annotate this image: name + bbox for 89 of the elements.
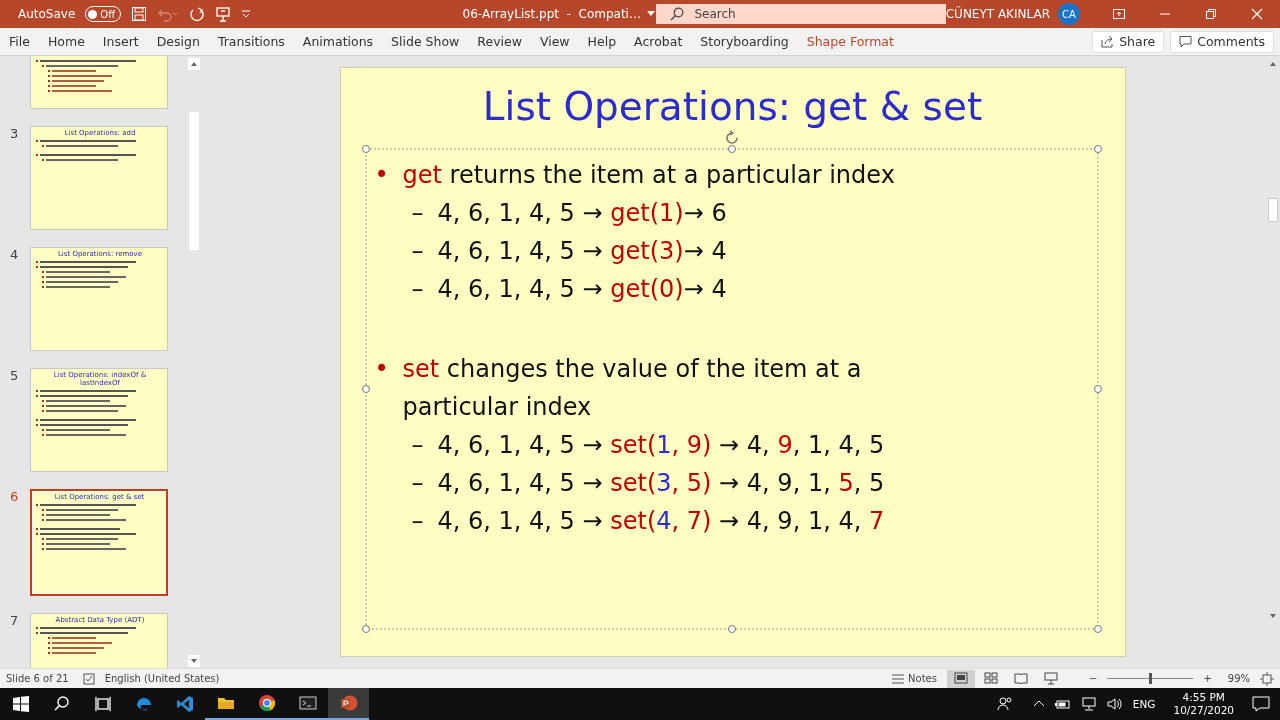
bullet-marker: – [411,274,425,305]
slide-number: 5 [9,368,20,385]
input-language[interactable]: ENG [1132,698,1156,710]
slide-counter: Slide 6 of 21 [6,673,69,684]
slide-text: get returns the item at a particular index [402,160,896,191]
battery-icon[interactable] [1054,698,1071,710]
slide-number: 4 [9,247,20,264]
ribbon-tab[interactable]: Acrobat [625,34,692,49]
user-name: CÜNEYT AKINLAR [945,7,1050,21]
redo-icon[interactable] [189,6,206,22]
network-icon[interactable] [1080,697,1097,711]
ribbon-tab[interactable]: Design [147,34,209,49]
search-icon [670,7,685,21]
zoom-level[interactable]: 99% [1227,673,1250,684]
rotate-handle-icon[interactable] [723,130,740,146]
powerpoint-icon [339,694,358,712]
bullet-marker: – [411,506,425,537]
slide-text: 4, 6, 1, 4, 5 → get(3)→ 4 [437,236,728,267]
ribbon-tab[interactable]: Transitions [208,34,294,49]
close-icon [1251,8,1263,20]
comment-icon [1179,35,1193,48]
customize-caret-icon[interactable] [241,9,252,19]
volume-icon[interactable] [1106,697,1123,711]
ribbon-tab[interactable]: Home [38,34,94,49]
ribbon-tab[interactable]: Animations [293,34,383,49]
scrollbar-thumb[interactable] [189,112,199,250]
slide-sorter-icon[interactable] [984,672,998,685]
fit-slide-icon[interactable] [1260,671,1274,686]
document-title: 06-ArrayList.ppt - Compati… [462,7,641,21]
ribbon-tab[interactable]: Shape Format [797,34,903,49]
slide-text: set changes the value of the item at a particular index [402,354,863,423]
user-avatar[interactable]: CA [1058,3,1080,25]
people-icon[interactable] [996,696,1013,712]
ribbon-tab[interactable]: Slide Show [382,34,469,49]
zoom-slider-thumb[interactable] [1149,673,1153,684]
ribbon-tab[interactable]: Help [578,34,626,49]
search-icon[interactable] [52,695,71,713]
notes-button[interactable]: Notes [892,673,937,684]
slide-number: 3 [9,126,20,143]
bullet-marker: – [411,430,425,461]
search-field[interactable]: Search [656,4,946,24]
reading-view-icon[interactable] [1014,672,1028,685]
bullet-marker: – [411,468,425,499]
bullet-marker: • [374,354,390,385]
notification-icon[interactable] [1252,696,1270,712]
spellcheck-icon[interactable] [82,672,95,685]
presentation-icon[interactable] [215,6,232,22]
chrome-icon [257,694,276,712]
slideshow-icon[interactable] [1044,672,1058,685]
ribbon-tab[interactable]: Storyboarding [691,34,798,49]
restore-icon [1205,8,1217,20]
scrollbar-thumb[interactable] [1267,198,1278,222]
normal-view-icon[interactable] [954,672,968,685]
bullet-marker: – [411,236,425,267]
slide-text: 4, 6, 1, 4, 5 → set(4, 7) → 4, 9, 1, 4, 7 [437,506,886,537]
ribbon-tab[interactable]: Review [468,34,531,49]
terminal-icon [298,694,317,712]
slide-number: 6 [9,489,20,506]
bullet-marker: – [411,198,425,229]
slide-text: 4, 6, 1, 4, 5 → get(1)→ 6 [437,198,728,229]
slide-text: 4, 6, 1, 4, 5 → get(0)→ 4 [437,274,728,305]
caret-icon[interactable] [646,11,655,17]
zoom-in-button[interactable]: + [1203,673,1212,684]
slide-text: 4, 6, 1, 4, 5 → set(3, 5) → 4, 9, 1, 5, 5 [437,468,886,499]
share-icon [1101,35,1115,48]
clock[interactable]: 4:55 PM 10/27/2020 [1173,691,1234,717]
slide-thumbnail[interactable] [30,56,168,109]
autosave-label: AutoSave [18,7,76,21]
ribbon-display-icon [1113,8,1125,20]
slide-title: List Operations: get & set [482,86,983,128]
task-view-icon[interactable] [93,695,112,713]
scroll-down-icon[interactable] [188,655,200,667]
windows-start-icon[interactable] [11,695,30,713]
share-button[interactable]: Share [1092,30,1165,53]
bullet-marker: • [374,160,390,191]
save-icon[interactable] [131,6,148,22]
selection-frame[interactable] [361,145,1102,633]
zoom-out-button[interactable]: − [1089,673,1098,684]
ribbon-tab[interactable]: Insert [93,34,148,49]
browser-icon [134,695,153,713]
ribbon-tab[interactable]: File [0,34,39,49]
code-editor-icon [175,695,194,713]
scroll-up-icon[interactable] [188,58,200,70]
ribbon-tab[interactable]: View [530,34,579,49]
comments-button[interactable]: Comments [1170,30,1274,53]
notes-icon [892,673,905,684]
slide-number: 7 [9,613,20,630]
slide-text: 4, 6, 1, 4, 5 → set(1, 9) → 4, 9, 1, 4, 5 [437,430,886,461]
language-status[interactable]: English (United States) [104,673,220,684]
